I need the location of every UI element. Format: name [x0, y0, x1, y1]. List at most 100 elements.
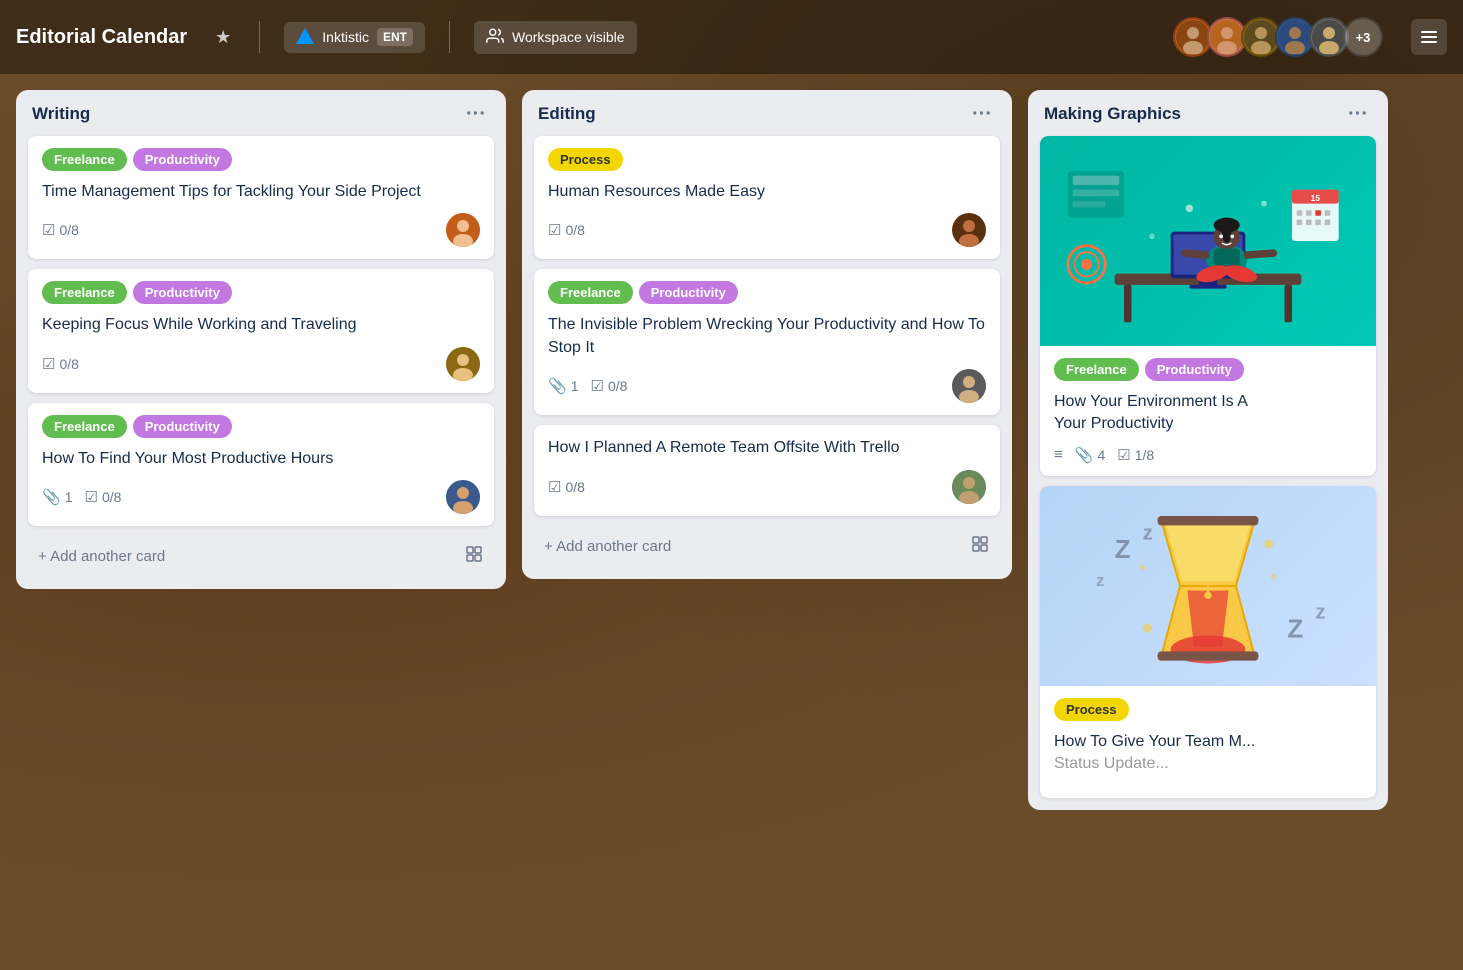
checklist-icon: ☑: [42, 355, 55, 373]
card-title: How To Find Your Most Productive Hours: [42, 448, 480, 470]
checklist-meta: ☑ 0/8: [548, 478, 585, 496]
description-icon: ≡: [1054, 446, 1063, 463]
card-title: How To Give Your Team M...Status Update.…: [1054, 731, 1362, 776]
label-process: Process: [1054, 698, 1129, 721]
card-labels: Process: [548, 148, 986, 171]
card-meta: ≡ 📎 4 ☑ 1/8: [1054, 446, 1362, 464]
checklist-icon: ☑: [590, 377, 603, 395]
card-meta: 📎 1 ☑ 0/8: [42, 480, 480, 514]
svg-text:z: z: [1315, 600, 1325, 623]
card-human-resources[interactable]: Process Human Resources Made Easy ☑ 0/8: [534, 136, 1000, 259]
card-meta-left: ☑ 0/8: [42, 221, 79, 239]
card-meta-left: 📎 1 ☑ 0/8: [548, 377, 627, 395]
column-menu-button-writing[interactable]: ···: [462, 104, 490, 124]
checklist-icon: ☑: [548, 221, 561, 239]
star-button[interactable]: ★: [211, 23, 235, 52]
card-title: Time Management Tips for Tackling Your S…: [42, 181, 480, 203]
card-meta: ☑ 0/8: [42, 213, 480, 247]
label-freelance: Freelance: [548, 281, 633, 304]
card-labels: Freelance Productivity: [1054, 358, 1362, 381]
label-freelance: Freelance: [42, 148, 127, 171]
label-productivity: Productivity: [1145, 358, 1244, 381]
header-menu-button[interactable]: [1411, 19, 1447, 55]
card-meta: ☑ 0/8: [548, 213, 986, 247]
label-productivity: Productivity: [133, 281, 232, 304]
card-invisible-problem[interactable]: Freelance Productivity The Invisible Pro…: [534, 269, 1000, 415]
attachment-count: 4: [1097, 447, 1105, 463]
checklist-count: 0/8: [59, 356, 78, 372]
attachment-icon: 📎: [548, 377, 567, 395]
checklist-count: 0/8: [102, 489, 121, 505]
workspace-button[interactable]: Inktistic ENT: [284, 22, 425, 53]
label-freelance: Freelance: [1054, 358, 1139, 381]
column-header-editing: Editing ···: [534, 102, 1000, 126]
card-productive-hours[interactable]: Freelance Productivity How To Find Your …: [28, 403, 494, 526]
column-menu-button-making[interactable]: ···: [1344, 104, 1372, 124]
card-illustration-teal: 15: [1040, 136, 1376, 346]
card-title: Human Resources Made Easy: [548, 181, 986, 203]
column-header-writing: Writing ···: [28, 102, 494, 126]
card-time-management[interactable]: Freelance Productivity Time Management T…: [28, 136, 494, 259]
checklist-meta: ☑ 0/8: [42, 355, 79, 373]
column-writing: Writing ··· Freelance Productivity Time …: [16, 90, 506, 589]
card-meta: 📎 1 ☑ 0/8: [548, 369, 986, 403]
card-meta: ☑ 0/8: [548, 470, 986, 504]
card-team-status[interactable]: Z z z Z z: [1040, 486, 1376, 798]
attachment-meta: 📎 4: [1075, 446, 1105, 464]
card-keeping-focus[interactable]: Freelance Productivity Keeping Focus Whi…: [28, 269, 494, 392]
description-meta: ≡: [1054, 446, 1063, 463]
card-title: Keeping Focus While Working and Travelin…: [42, 314, 480, 336]
checklist-meta: ☑ 0/8: [42, 221, 79, 239]
add-card-label: + Add another card: [544, 538, 671, 555]
column-title-making: Making Graphics: [1044, 104, 1181, 124]
card-template-icon: [970, 534, 990, 559]
card-remote-team[interactable]: How I Planned A Remote Team Offsite With…: [534, 425, 1000, 515]
column-header-making: Making Graphics ···: [1040, 102, 1376, 126]
card-title: How Your Environment Is AYour Productivi…: [1054, 391, 1362, 436]
workspace-visible-button[interactable]: Workspace visible: [474, 21, 637, 54]
avatar-more[interactable]: +3: [1343, 17, 1383, 57]
visibility-icon: [486, 27, 504, 48]
checklist-count: 0/8: [565, 479, 584, 495]
svg-text:z: z: [1143, 521, 1153, 544]
card-labels: Freelance Productivity: [548, 281, 986, 304]
checklist-icon: ☑: [548, 478, 561, 496]
card-labels: Freelance Productivity: [42, 148, 480, 171]
column-editing: Editing ··· Process Human Resources Made…: [522, 90, 1012, 579]
column-menu-button-editing[interactable]: ···: [968, 104, 996, 124]
header: Editorial Calendar ★ Inktistic ENT Works…: [0, 0, 1463, 74]
checklist-meta: ☑ 0/8: [590, 377, 627, 395]
card-environment-productivity[interactable]: 15: [1040, 136, 1376, 476]
column-title-editing: Editing: [538, 104, 596, 124]
attachment-count: 1: [65, 489, 73, 505]
attachment-icon: 📎: [1075, 446, 1094, 464]
avatar-group: +3: [1173, 17, 1383, 57]
divider: [259, 21, 260, 53]
checklist-count: 0/8: [608, 378, 627, 394]
workspace-name: Inktistic: [322, 29, 369, 45]
checklist-count: 1/8: [1135, 447, 1154, 463]
add-card-button-editing[interactable]: + Add another card: [534, 526, 1000, 567]
card-title: The Invisible Problem Wrecking Your Prod…: [548, 314, 986, 359]
card-meta-left: ☑ 0/8: [42, 355, 79, 373]
logo-icon: [296, 28, 314, 47]
column-title-writing: Writing: [32, 104, 90, 124]
card-meta-left: 📎 1 ☑ 0/8: [42, 488, 121, 506]
card-avatar: [952, 470, 986, 504]
divider-2: [449, 21, 450, 53]
add-card-label: + Add another card: [38, 548, 165, 565]
attachment-icon: 📎: [42, 488, 61, 506]
add-card-button-writing[interactable]: + Add another card: [28, 536, 494, 577]
card-body: Freelance Productivity How Your Environm…: [1040, 346, 1376, 476]
board-title: Editorial Calendar: [16, 26, 187, 49]
label-productivity: Productivity: [133, 148, 232, 171]
checklist-count: 0/8: [565, 222, 584, 238]
ent-badge: ENT: [377, 28, 413, 46]
checklist-icon: ☑: [42, 221, 55, 239]
label-freelance: Freelance: [42, 415, 127, 438]
attachment-meta: 📎 1: [548, 377, 578, 395]
card-labels: Freelance Productivity: [42, 415, 480, 438]
label-productivity: Productivity: [133, 415, 232, 438]
card-meta: ☑ 0/8: [42, 347, 480, 381]
attachment-meta: 📎 1: [42, 488, 72, 506]
